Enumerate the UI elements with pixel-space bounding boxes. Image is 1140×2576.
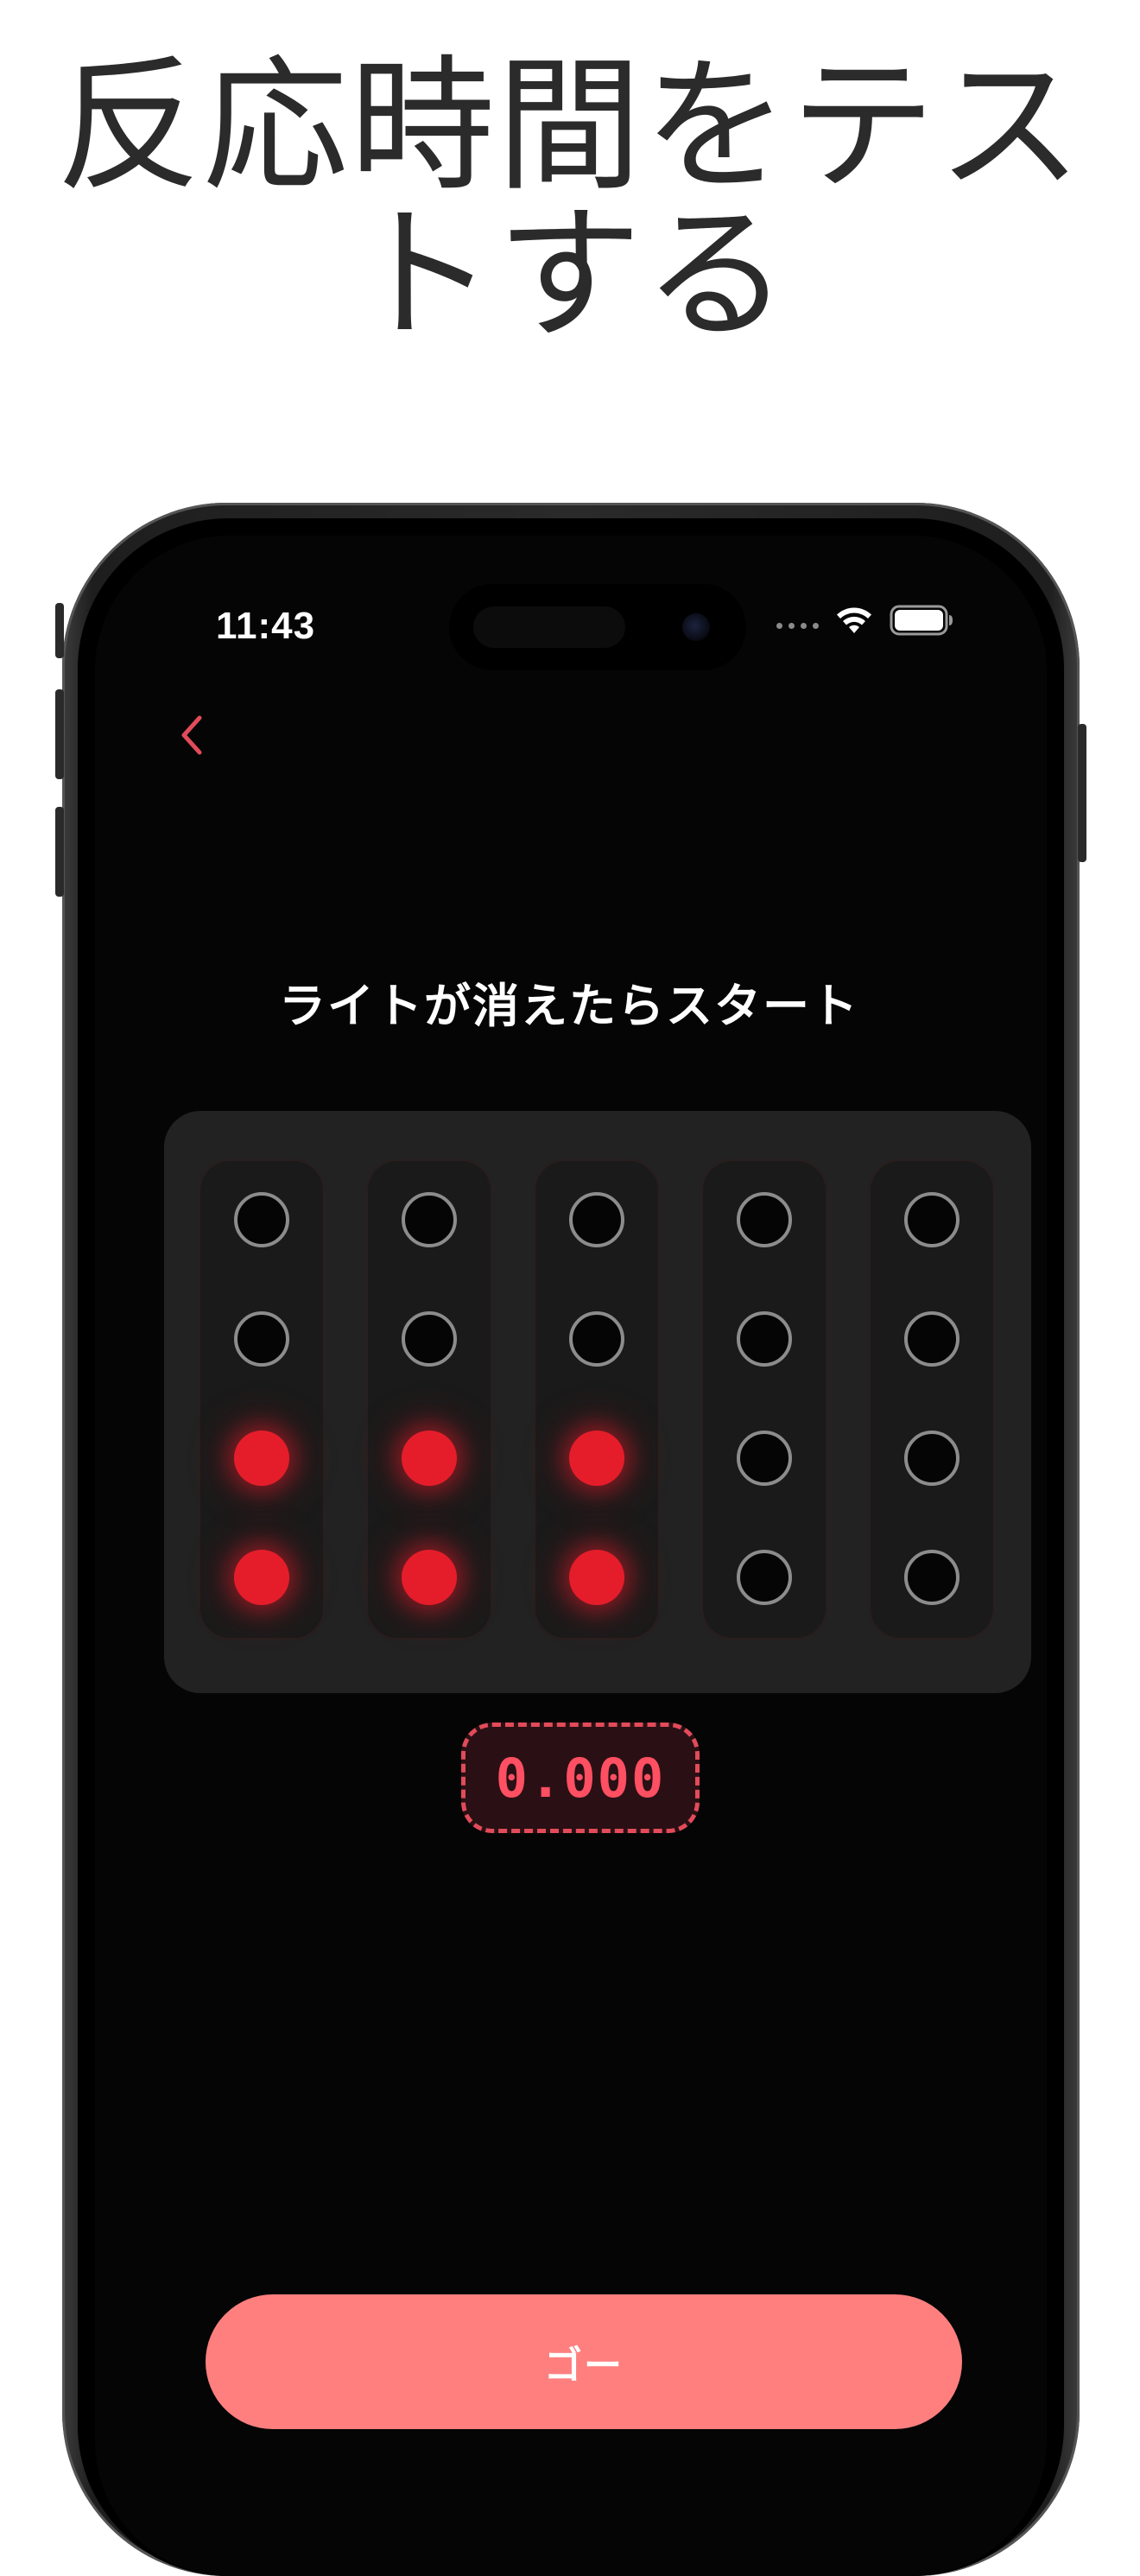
light-on (569, 1431, 624, 1486)
light-column-2 (366, 1159, 492, 1640)
light-off (234, 1192, 289, 1247)
reaction-timer: 0.000 (461, 1723, 700, 1833)
island-sensor (473, 606, 625, 648)
phone-frame: 11:43 ライトが消えたらスタート 0.000 ゴー (55, 503, 1086, 2576)
light-on (234, 1550, 289, 1605)
promo-headline-line-1: 反応時間をテス (56, 41, 1084, 211)
light-on (234, 1431, 289, 1486)
light-on (569, 1550, 624, 1605)
go-button[interactable]: ゴー (206, 2294, 962, 2429)
light-off (737, 1550, 792, 1605)
light-column-4 (701, 1159, 827, 1640)
volume-up-button (55, 689, 64, 779)
promo-headline-line-2: トする (350, 190, 790, 359)
light-off (234, 1311, 289, 1367)
light-off (737, 1311, 792, 1367)
light-off (569, 1311, 624, 1367)
promo-headline: 反応時間をテス トする (0, 52, 1140, 349)
light-off (737, 1192, 792, 1247)
light-off (904, 1431, 960, 1486)
app-screen: 11:43 ライトが消えたらスタート 0.000 ゴー (95, 536, 1047, 2576)
volume-down-button (55, 807, 64, 897)
instruction-text: ライトが消えたらスタート (279, 979, 859, 1033)
light-on (402, 1550, 457, 1605)
light-column-5 (869, 1159, 995, 1640)
light-column-3 (534, 1159, 660, 1640)
status-icons (776, 605, 953, 636)
battery-icon (890, 605, 953, 636)
power-button (1078, 724, 1086, 862)
light-off (737, 1431, 792, 1486)
signal-dots-icon (776, 622, 819, 629)
light-off (904, 1311, 960, 1367)
status-time: 11:43 (216, 605, 316, 647)
light-columns (199, 1159, 995, 1640)
dynamic-island (449, 584, 746, 670)
back-button[interactable] (166, 705, 218, 765)
chevron-left-icon (181, 715, 202, 755)
phone-bezel: 11:43 ライトが消えたらスタート 0.000 ゴー (78, 518, 1064, 2576)
wifi-icon (834, 606, 874, 635)
action-button (55, 603, 64, 658)
light-off (904, 1192, 960, 1247)
front-camera-icon (682, 613, 710, 641)
light-off (402, 1311, 457, 1367)
start-lights-panel (164, 1111, 1031, 1693)
light-off (904, 1550, 960, 1605)
light-on (402, 1431, 457, 1486)
light-off (402, 1192, 457, 1247)
light-off (569, 1192, 624, 1247)
light-column-1 (199, 1159, 325, 1640)
